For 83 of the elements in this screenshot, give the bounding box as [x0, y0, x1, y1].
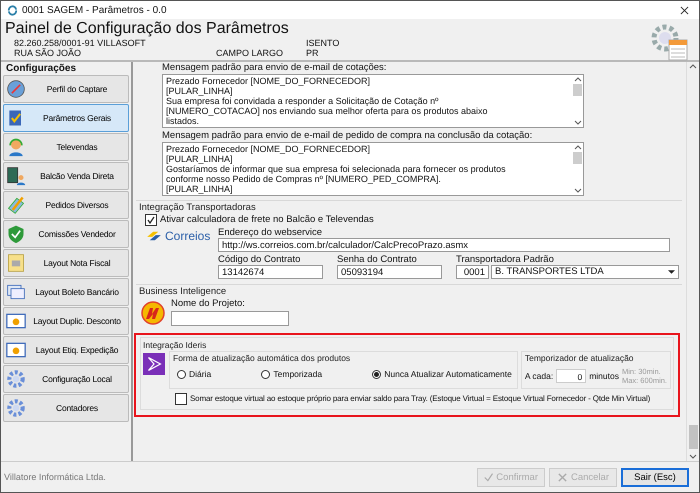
sidebar-item[interactable]: Parâmetros Gerais: [3, 104, 129, 132]
message-label: Mensagem padrão para envio de e-mail de cotações:: [162, 62, 388, 73]
project-name-field[interactable]: [171, 311, 289, 326]
field-label: A cada:: [524, 371, 554, 381]
scrollbar[interactable]: [572, 143, 583, 195]
correios-logo-icon: [145, 230, 163, 242]
pencil-icon: [6, 195, 26, 215]
scroll-down-icon[interactable]: [689, 454, 697, 459]
sidebar-item[interactable]: Contadores: [3, 394, 129, 422]
scroll-up-icon[interactable]: [574, 77, 582, 82]
sidebar-item[interactable]: Configuração Local: [3, 365, 129, 393]
caret-icon: [668, 270, 675, 274]
scroll-down-icon[interactable]: [574, 188, 582, 193]
compass-icon: [6, 79, 26, 99]
radio-button[interactable]: [177, 370, 186, 378]
panel-title: Painel de Configuração dos Parâmetros: [5, 20, 290, 38]
group-title: Forma de atualização automática dos produtos: [173, 352, 352, 364]
message-text-area[interactable]: Prezado Fornecedor [NOME_DO_FORNECEDOR] [PULAR_LINHA] Gostaríamos de informar que sua empresa foi selecionada para fornecer os produtos conforme nosso Pedido de Compras nº [NUMERO_PED_COMPRA]. [PULAR_LINHA]: [162, 142, 584, 196]
radio-option[interactable]: Nunca Atualizar Automaticamente: [372, 369, 512, 379]
checkbox[interactable]: Ativar calculadora de frete no Balcão e Televendas: [139, 214, 679, 226]
message-text-area[interactable]: Prezado Fornecedor [NOME_DO_FORNECEDOR] [PULAR_LINHA] Sua empresa foi convidada a responder a Solicitação de Cotação nº [NUMERO_COTACAO] nos enviando sua melhor oferta para os produtos abaixo listados.: [162, 74, 584, 128]
unit-label: minutos: [589, 371, 619, 381]
gear-icon: [6, 369, 26, 389]
scroll-up-icon[interactable]: [689, 64, 697, 69]
city: CAMPO LARGO: [216, 48, 284, 58]
footer-button[interactable]: Sair (Esc): [621, 468, 689, 486]
scroll-down-icon[interactable]: [574, 120, 582, 125]
street: RUA SÃO JOÃO: [14, 48, 82, 58]
radio-button[interactable]: [372, 370, 382, 378]
field-label: Senha do Contrato: [337, 254, 418, 265]
cross-icon: [556, 472, 568, 482]
shield-check-icon: [6, 224, 26, 244]
check-icon: [484, 472, 494, 482]
logo-icon: [141, 301, 165, 325]
logo-text: Correios: [165, 230, 210, 242]
close-icon[interactable]: [680, 6, 689, 14]
scroll-thumb[interactable]: [573, 84, 582, 96]
carrier-dropdown[interactable]: B. TRANSPORTES LTDA: [491, 265, 679, 279]
radio-option[interactable]: Temporizada: [261, 369, 322, 379]
sidebar-item[interactable]: Layout Etiq. Expedição: [3, 336, 129, 364]
sidebar-item[interactable]: Pedidos Diversos: [3, 191, 129, 219]
carrier-code-field[interactable]: 0001: [456, 265, 489, 279]
sidebar-item[interactable]: Layout Nota Fiscal: [3, 249, 129, 277]
window-title: 0001 SAGEM - Parâmetros - 0.0: [22, 4, 167, 16]
message-label: Mensagem padrão para envio de e-mail de pedido de compra na conclusão da cotação:: [162, 130, 534, 141]
radio-option[interactable]: Diária: [177, 369, 212, 379]
tax-status: ISENTO: [306, 38, 340, 48]
sidebar-item[interactable]: Comissões Vendedor: [3, 220, 129, 248]
state: PR: [306, 48, 320, 58]
gear-icon: [6, 398, 26, 418]
group-title: Temporizador de atualização: [524, 352, 635, 364]
scroll-up-icon[interactable]: [574, 145, 582, 150]
windows-icon: [6, 282, 26, 302]
company-id: 82.260.258/0001-91 VILLASOFT: [14, 38, 147, 48]
minutes-field[interactable]: 0: [556, 369, 586, 383]
checkbox-box[interactable]: [145, 214, 157, 226]
sidebar-item[interactable]: Layout Duplic. Desconto: [3, 307, 129, 335]
scrollbar[interactable]: [686, 62, 699, 461]
field-label: Transportadora Padrão: [456, 254, 555, 265]
checkbox-label: Ativar calculadora de frete no Balcão e Televendas: [160, 214, 374, 226]
webservice-field[interactable]: http://ws.correios.com.br/calculador/CalcPrecoPrazo.asmx: [218, 238, 670, 252]
sidebar-item[interactable]: Layout Boleto Bancário: [3, 278, 129, 306]
play-arrow-logo-icon: [143, 353, 165, 375]
sidebar-item[interactable]: Balcão Venda Direta: [3, 162, 129, 190]
scrollbar[interactable]: [572, 75, 583, 127]
sidebar-item[interactable]: Perfil do Captare: [3, 75, 129, 103]
app-logo-icon: [7, 4, 18, 16]
group-title: Integração Transportadoras: [139, 202, 257, 214]
tablet-person-icon: [6, 166, 26, 186]
sidebar-title: Configurações: [5, 63, 78, 74]
scroll-thumb[interactable]: [688, 425, 698, 449]
company-footer-text: Villatore Informática Ltda.: [4, 472, 106, 482]
contract-code-field[interactable]: 13142674: [218, 265, 323, 279]
field-label: Código do Contrato: [218, 254, 302, 265]
scroll-thumb[interactable]: [573, 152, 582, 164]
group-title: Integração Ideris: [143, 339, 208, 351]
sidebar-item[interactable]: Televendas: [3, 133, 129, 161]
radio-button[interactable]: [261, 370, 270, 378]
field-label: Endereço do webservice: [218, 227, 324, 238]
field-label: Nome do Projeto:: [171, 298, 246, 309]
checkbox-box[interactable]: [175, 393, 187, 405]
contract-password-field[interactable]: 05093194: [337, 265, 442, 279]
group-title: Business Inteligence: [139, 286, 228, 298]
